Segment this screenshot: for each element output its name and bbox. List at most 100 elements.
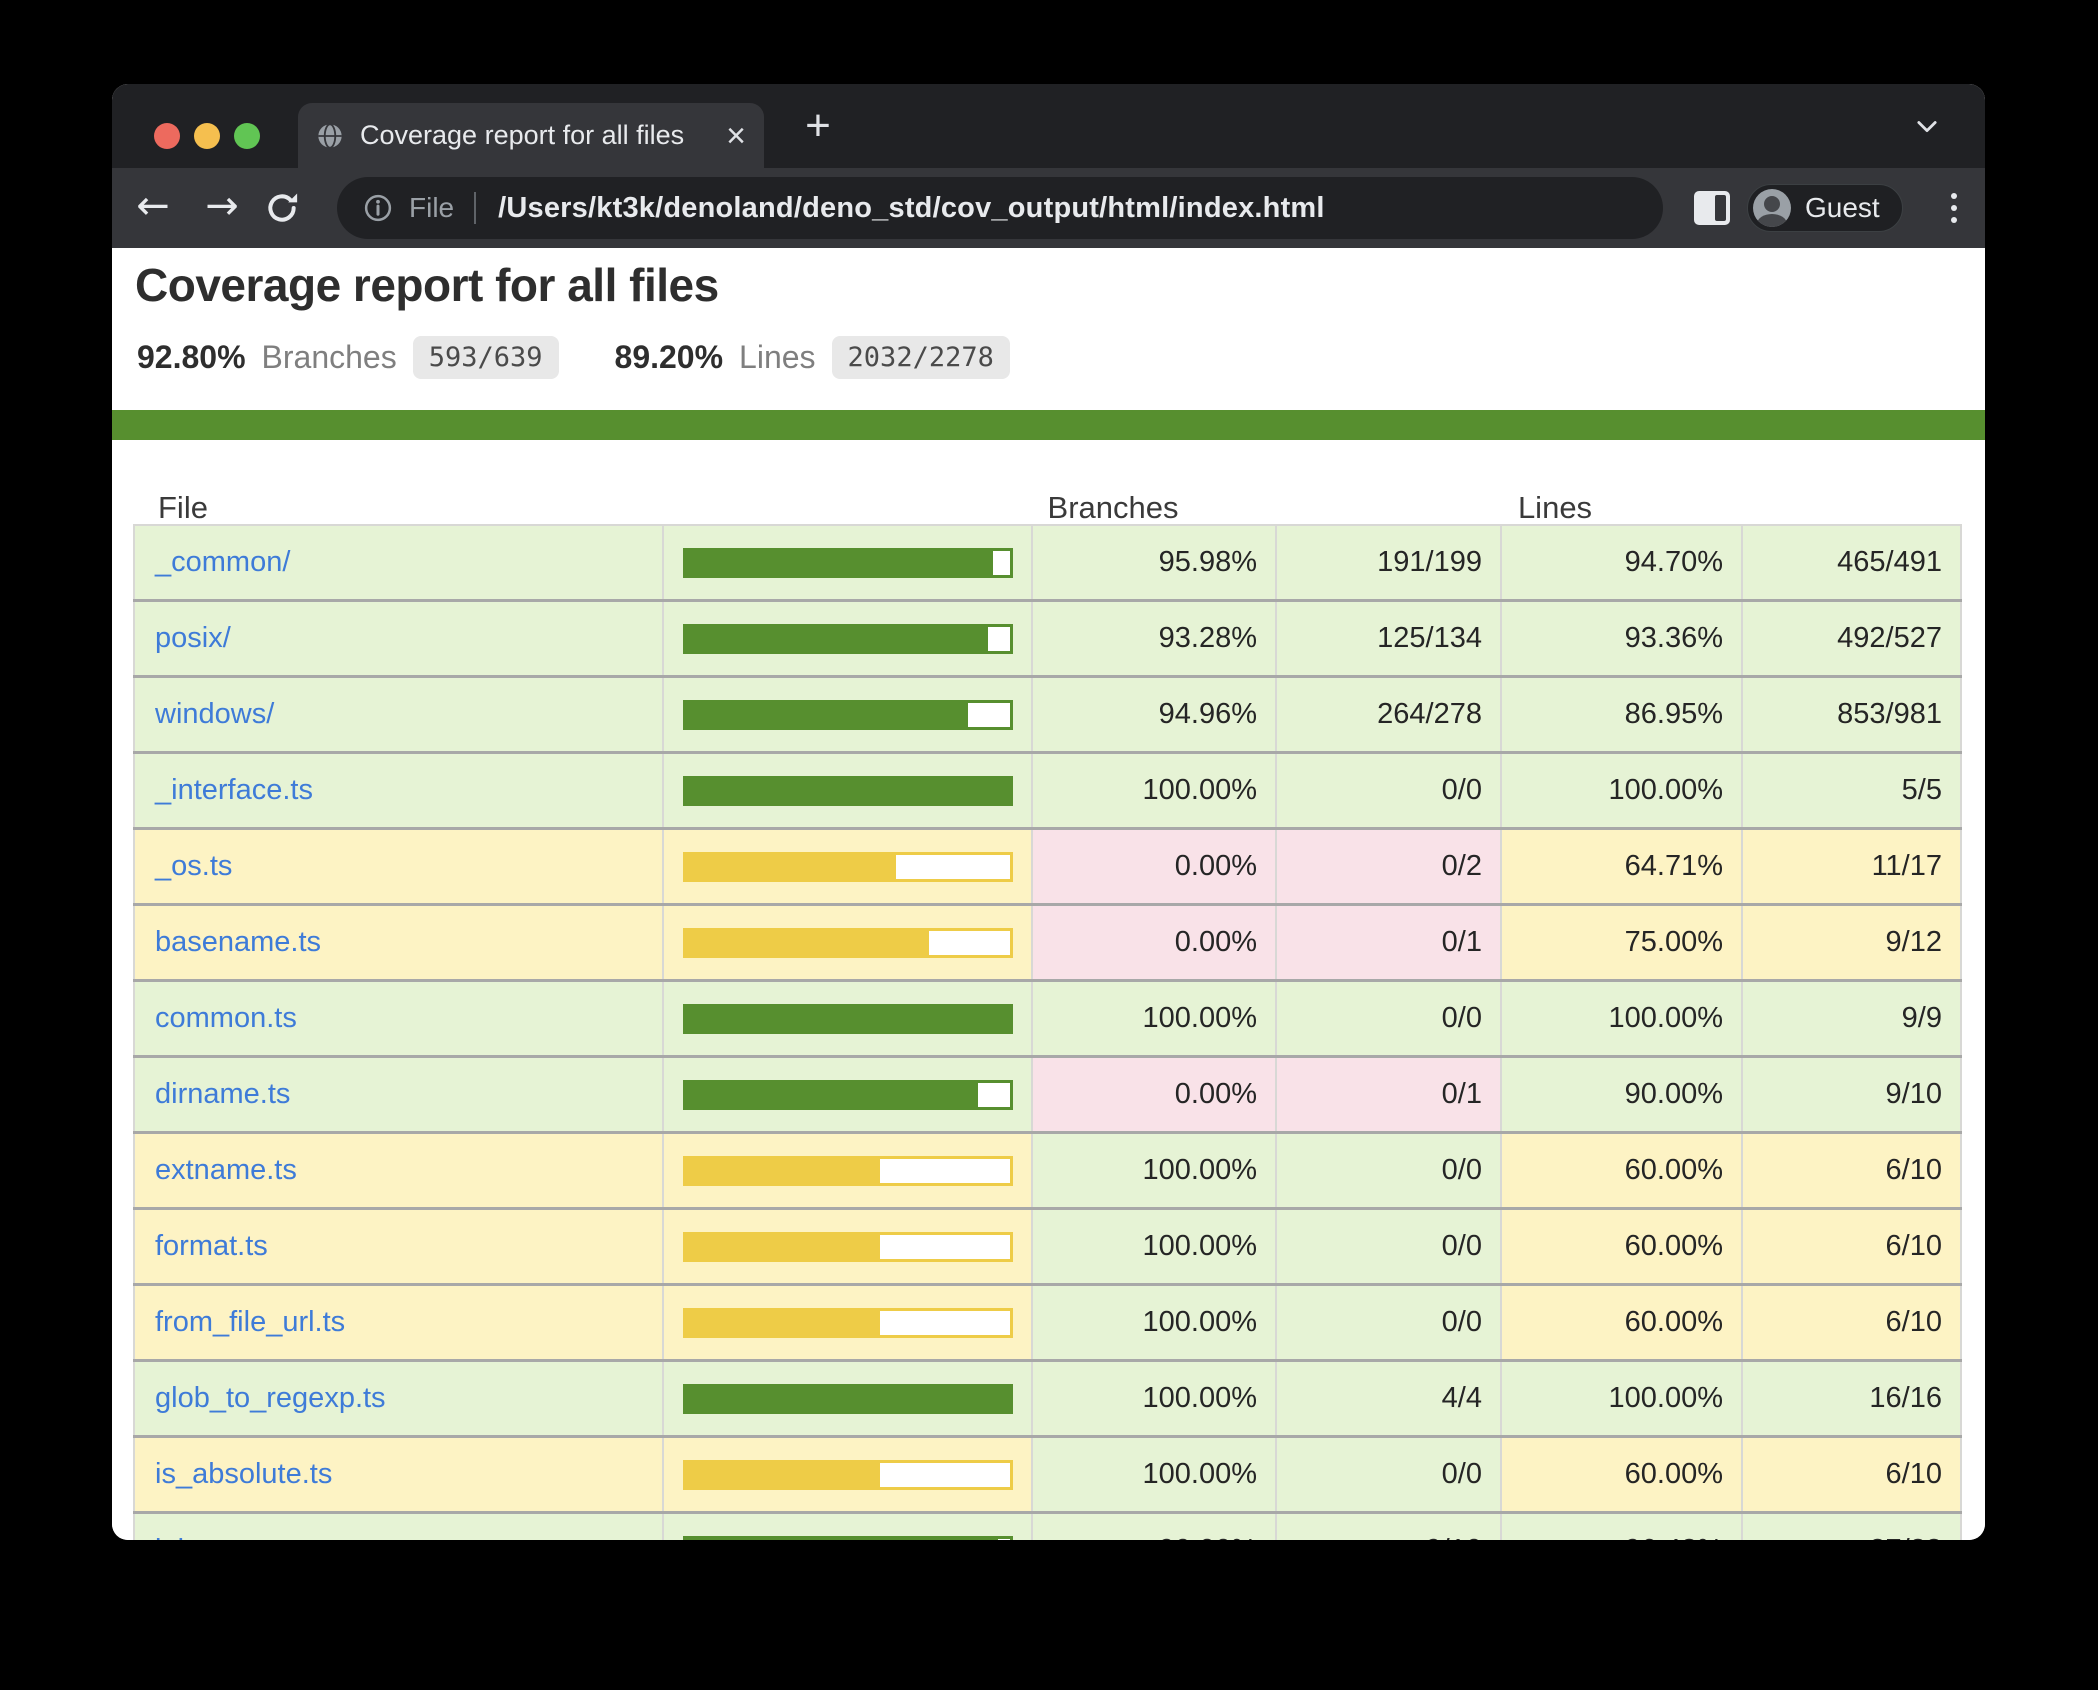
branches-pct-cell: 100.00% — [1033, 1210, 1277, 1283]
coverage-bar — [683, 852, 1013, 882]
url-text[interactable]: /Users/kt3k/denoland/deno_std/cov_output… — [498, 192, 1325, 225]
branches-pct-cell: 100.00% — [1033, 1362, 1277, 1435]
lines-pct-cell: 90.00% — [1502, 1058, 1743, 1131]
table-row: basename.ts 0.00% 0/1 75.00% 9/12 — [133, 906, 1962, 982]
lines-pct-cell: 75.00% — [1502, 906, 1743, 979]
lines-ratio-cell: 6/10 — [1743, 1286, 1962, 1359]
branches-pct-cell: 0.00% — [1033, 830, 1277, 903]
file-link[interactable]: glob_to_regexp.ts — [155, 1382, 386, 1415]
branches-ratio-cell: 0/0 — [1277, 982, 1502, 1055]
coverage-bar — [683, 1536, 1013, 1541]
page-info-icon[interactable] — [363, 193, 393, 223]
profile-button[interactable]: Guest — [1747, 184, 1903, 232]
url-scheme-label: File — [409, 192, 454, 224]
new-tab-button[interactable]: + — [790, 100, 846, 152]
branches-pct-cell: 100.00% — [1033, 982, 1277, 1055]
file-link[interactable]: is_absolute.ts — [155, 1458, 332, 1491]
lines-pct-cell: 60.00% — [1502, 1438, 1743, 1511]
browser-menu-icon[interactable] — [1934, 187, 1974, 229]
file-link[interactable]: _interface.ts — [155, 774, 313, 807]
lines-ratio-cell: 9/9 — [1743, 982, 1962, 1055]
lines-ratio-cell: 6/10 — [1743, 1438, 1962, 1511]
coverage-bar — [683, 1080, 1013, 1110]
coverage-bar — [683, 1308, 1013, 1338]
coverage-bar — [683, 548, 1013, 578]
table-row: is_absolute.ts 100.00% 0/0 60.00% 6/10 — [133, 1438, 1962, 1514]
coverage-report-page: Coverage report for all files 92.80% Bra… — [112, 248, 1985, 1540]
table-row: dirname.ts 0.00% 0/1 90.00% 9/10 — [133, 1058, 1962, 1134]
column-header-branches: Branches — [1048, 490, 1179, 526]
table-row: _os.ts 0.00% 0/2 64.71% 11/17 — [133, 830, 1962, 906]
address-bar[interactable]: File /Users/kt3k/denoland/deno_std/cov_o… — [337, 177, 1663, 239]
file-link[interactable]: _os.ts — [155, 850, 232, 883]
coverage-bar — [683, 1004, 1013, 1034]
table-row: extname.ts 100.00% 0/0 60.00% 6/10 — [133, 1134, 1962, 1210]
page-title: Coverage report for all files — [135, 258, 719, 312]
branches-pct-cell: 94.96% — [1033, 678, 1277, 751]
side-panel-icon[interactable] — [1694, 191, 1730, 225]
coverage-bar — [683, 1156, 1013, 1186]
traffic-light-close[interactable] — [154, 123, 180, 149]
branches-ratio-cell: 4/4 — [1277, 1362, 1502, 1435]
branches-fraction-badge: 593/639 — [413, 336, 559, 379]
lines-pct-cell: 60.00% — [1502, 1134, 1743, 1207]
tab-search-chevron-icon[interactable] — [1913, 112, 1941, 140]
forward-button[interactable]: → — [194, 168, 250, 248]
file-link[interactable]: join.ts — [155, 1534, 231, 1540]
table-row: windows/ 94.96% 264/278 86.95% 853/981 — [133, 678, 1962, 754]
branches-pct-cell: 90.00% — [1033, 1514, 1277, 1540]
file-link[interactable]: common.ts — [155, 1002, 297, 1035]
lines-ratio-cell: 492/527 — [1743, 602, 1962, 675]
file-link[interactable]: from_file_url.ts — [155, 1306, 345, 1339]
lines-pct-cell: 96.43% — [1502, 1514, 1743, 1540]
coverage-bar — [683, 776, 1013, 806]
file-link[interactable]: basename.ts — [155, 926, 321, 959]
column-header-lines: Lines — [1518, 490, 1592, 526]
lines-ratio-cell: 27/28 — [1743, 1514, 1962, 1540]
lines-pct-cell: 100.00% — [1502, 982, 1743, 1055]
lines-pct-cell: 94.70% — [1502, 526, 1743, 599]
traffic-light-minimize[interactable] — [194, 123, 220, 149]
file-link[interactable]: format.ts — [155, 1230, 268, 1263]
branches-ratio-cell: 0/1 — [1277, 1058, 1502, 1131]
tab-title: Coverage report for all files — [360, 120, 716, 151]
profile-label: Guest — [1805, 192, 1880, 224]
lines-ratio-cell: 6/10 — [1743, 1134, 1962, 1207]
file-link[interactable]: dirname.ts — [155, 1078, 290, 1111]
table-row: posix/ 93.28% 125/134 93.36% 492/527 — [133, 602, 1962, 678]
branches-ratio-cell: 0/1 — [1277, 906, 1502, 979]
coverage-bar — [683, 1232, 1013, 1262]
globe-favicon-icon — [316, 122, 344, 150]
branches-percentage: 92.80% — [137, 339, 246, 376]
file-link[interactable]: extname.ts — [155, 1154, 297, 1187]
coverage-table: _common/ 95.98% 191/199 94.70% 465/491 p… — [133, 524, 1962, 1540]
table-row: from_file_url.ts 100.00% 0/0 60.00% 6/10 — [133, 1286, 1962, 1362]
coverage-status-line — [112, 410, 1985, 440]
traffic-light-zoom[interactable] — [234, 123, 260, 149]
lines-pct-cell: 60.00% — [1502, 1210, 1743, 1283]
table-row: format.ts 100.00% 0/0 60.00% 6/10 — [133, 1210, 1962, 1286]
lines-pct-cell: 93.36% — [1502, 602, 1743, 675]
coverage-summary: 92.80% Branches 593/639 89.20% Lines 203… — [137, 336, 1010, 379]
lines-ratio-cell: 6/10 — [1743, 1210, 1962, 1283]
coverage-bar — [683, 1460, 1013, 1490]
branches-ratio-cell: 0/0 — [1277, 754, 1502, 827]
file-link[interactable]: posix/ — [155, 622, 231, 655]
file-link[interactable]: _common/ — [155, 546, 290, 579]
branches-pct-cell: 100.00% — [1033, 754, 1277, 827]
branches-ratio-cell: 0/2 — [1277, 830, 1502, 903]
browser-tab[interactable]: Coverage report for all files × — [298, 103, 764, 168]
browser-window: Coverage report for all files × + ← → Fi… — [112, 84, 1985, 1540]
file-link[interactable]: windows/ — [155, 698, 274, 731]
table-row: _interface.ts 100.00% 0/0 100.00% 5/5 — [133, 754, 1962, 830]
reload-button[interactable] — [262, 188, 302, 228]
tab-close-icon[interactable]: × — [726, 119, 746, 153]
lines-label: Lines — [739, 339, 816, 376]
column-header-file: File — [158, 490, 208, 526]
table-row: join.ts 90.00% 9/10 96.43% 27/28 — [133, 1514, 1962, 1540]
branches-pct-cell: 95.98% — [1033, 526, 1277, 599]
back-button[interactable]: ← — [125, 168, 181, 248]
coverage-bar — [683, 624, 1013, 654]
lines-pct-cell: 86.95% — [1502, 678, 1743, 751]
url-divider — [474, 192, 476, 224]
